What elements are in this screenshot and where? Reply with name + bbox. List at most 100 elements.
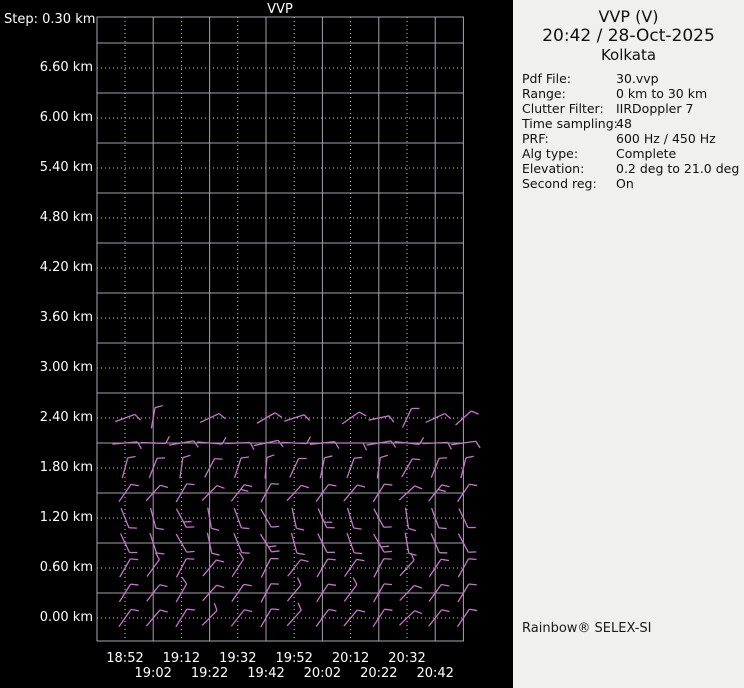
field-label: Second reg: xyxy=(522,176,597,191)
field-value: Complete xyxy=(616,146,677,161)
wind-barb-feather xyxy=(356,558,365,562)
wind-barb xyxy=(290,532,305,556)
panel-station: Kolkata xyxy=(600,46,657,64)
field-value: On xyxy=(616,176,634,191)
wind-barb-feather xyxy=(243,583,252,587)
field-list: Pdf File: 30.vvp Range: 0 km to 30 km Clutte… xyxy=(513,71,744,191)
altitude-label: 1.80 km xyxy=(39,460,93,475)
wind-barb xyxy=(225,441,255,450)
wind-barb-feather xyxy=(437,488,446,493)
wind-barb-feather xyxy=(271,608,280,611)
wind-barb-feather xyxy=(127,455,136,459)
wind-barb-feather xyxy=(352,577,358,585)
wind-barb-feather xyxy=(469,608,478,612)
wind-barb-feather xyxy=(160,484,169,489)
panel-title: VVP (V) xyxy=(598,7,659,26)
wind-barb-feather xyxy=(468,583,477,586)
field-label: Elevation: xyxy=(522,161,585,176)
wind-barb-feather xyxy=(211,552,220,556)
wind-barb-feather xyxy=(211,527,220,532)
wind-barb-feather xyxy=(380,545,390,548)
wind-barb xyxy=(140,436,170,445)
wind-barb xyxy=(428,558,450,578)
altitude-label: 5.40 km xyxy=(39,160,93,175)
wind-barb-staff xyxy=(114,413,136,423)
wind-barb xyxy=(398,610,423,626)
wind-barb-feather xyxy=(181,576,188,585)
wind-barb-staff xyxy=(264,457,268,479)
wind-barb-feather xyxy=(328,483,337,487)
wind-barb-feather xyxy=(130,583,139,586)
wind-barb xyxy=(346,507,362,530)
wind-barb-feather xyxy=(388,415,395,423)
field-row: Pdf File: 30.vvp xyxy=(513,71,744,86)
wind-barb xyxy=(455,410,479,426)
wind-barb-feather xyxy=(297,602,302,611)
wind-barb-feather xyxy=(186,550,195,553)
wind-barb-feather xyxy=(327,558,336,561)
wind-barb-feather xyxy=(354,456,363,459)
wind-barb xyxy=(399,552,415,577)
wind-barb xyxy=(317,508,335,529)
wind-barb-feather xyxy=(296,552,305,556)
field-row: PRF: 600 Hz / 450 Hz xyxy=(513,131,744,146)
info-panel: VVP (V) 20:42 / 28-Oct-2025 Kolkata Pdf … xyxy=(513,0,744,688)
field-label: Clutter Filter: xyxy=(522,101,604,116)
wind-barb-feather xyxy=(414,610,423,615)
wind-barb-feather xyxy=(240,456,250,459)
altitude-label: 4.20 km xyxy=(39,260,93,275)
wind-barb xyxy=(253,439,284,448)
wind-barb-feather xyxy=(354,552,363,555)
wind-barb-feather xyxy=(324,455,333,459)
wind-barb-feather xyxy=(300,559,309,563)
wind-barb-feather xyxy=(296,527,305,531)
wind-barb-feather xyxy=(165,436,170,444)
wind-barb-feather xyxy=(408,552,417,557)
wind-barb-feather xyxy=(240,488,249,492)
wind-barb xyxy=(179,454,191,479)
wind-barb-feather xyxy=(470,410,479,415)
wind-barb-feather xyxy=(156,552,165,555)
time-label: 20:32 xyxy=(388,651,426,666)
wind-barb-feather xyxy=(357,484,366,488)
wind-barb-feather xyxy=(216,559,225,563)
wind-barb-staff xyxy=(179,457,184,479)
field-value: 0 km to 30 km xyxy=(616,86,708,101)
wind-barb-feather xyxy=(384,608,393,611)
wind-barb-feather xyxy=(383,550,393,553)
vvp-chart: VVP Step: 0.30 km 6.60 km 6.00 km 5.40 km 4… xyxy=(0,0,513,688)
time-label: 19:32 xyxy=(219,651,257,666)
field-label: Pdf File: xyxy=(522,71,571,86)
wind-barb-feather xyxy=(271,550,280,553)
wind-barb-feather xyxy=(469,483,478,487)
altitude-label: 3.60 km xyxy=(39,310,93,325)
altitude-label: 2.40 km xyxy=(39,410,93,425)
field-row: Alg type: Complete xyxy=(513,146,744,161)
time-label: 19:52 xyxy=(275,651,313,666)
altitude-label: 3.00 km xyxy=(39,360,93,375)
wind-barb-feather xyxy=(159,609,168,613)
wind-barb-feather xyxy=(438,527,447,530)
wind-barb-feather xyxy=(154,404,163,409)
wind-barb-feather xyxy=(155,527,164,531)
field-value: 0.2 deg to 21.0 deg xyxy=(616,161,740,176)
wind-barb-feather xyxy=(134,413,141,421)
wind-barb xyxy=(450,440,481,449)
wind-barb xyxy=(291,507,305,531)
wind-barb-feather xyxy=(130,483,140,487)
wind-barb-feather xyxy=(244,484,253,488)
wind-barb-feather xyxy=(408,527,417,532)
wind-barb-feather xyxy=(357,609,366,613)
wind-barb xyxy=(428,609,450,627)
field-label: Time sampling: xyxy=(522,116,618,131)
field-value: 48 xyxy=(616,116,632,131)
wind-barb-staff xyxy=(225,441,251,445)
wind-barb-feather xyxy=(412,458,421,461)
field-value: IIRDoppler 7 xyxy=(616,101,694,116)
wind-barb-feather xyxy=(218,413,226,420)
wind-barb-feather xyxy=(296,577,302,586)
wind-barb xyxy=(168,440,199,448)
wind-barb-feather xyxy=(475,440,481,449)
wind-barb-feather xyxy=(328,608,337,612)
wind-barb xyxy=(114,413,141,423)
